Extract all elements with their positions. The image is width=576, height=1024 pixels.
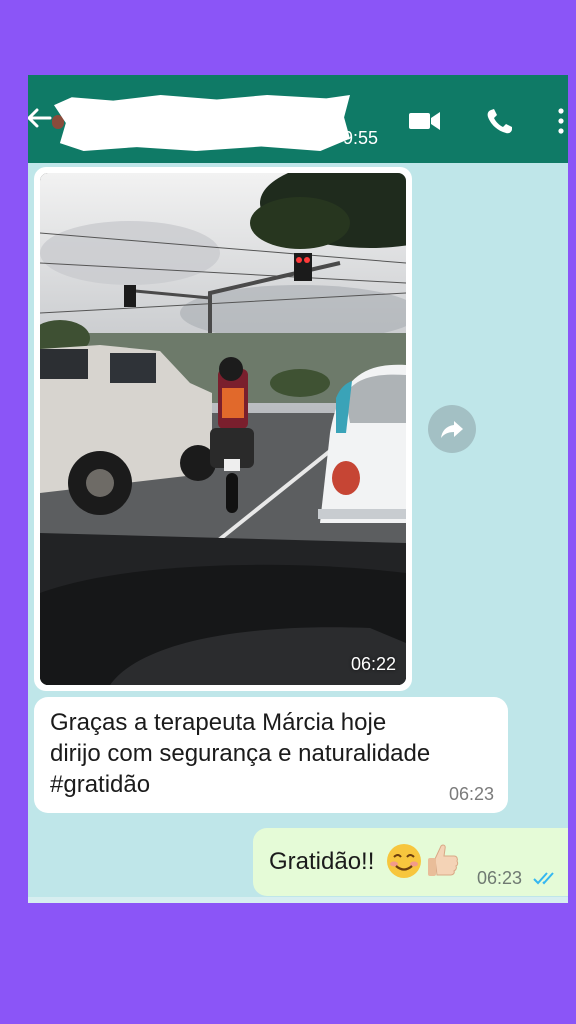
- incoming-message-time: 06:23: [448, 784, 494, 804]
- more-vertical-icon[interactable]: [554, 107, 568, 135]
- incoming-message-bubble[interactable]: Graças a terapeuta Márcia hoje dirijo co…: [34, 697, 508, 813]
- outgoing-message-bubble[interactable]: Gratidão!! 06:23: [253, 828, 568, 896]
- forward-arrow-icon: [441, 421, 463, 438]
- incoming-message-line: #gratidão: [50, 771, 151, 798]
- incoming-message-line: Graças a terapeuta Márcia hoje: [50, 709, 387, 736]
- traffic-photo[interactable]: 06:22: [40, 173, 406, 685]
- chat-screen: 9:55 06:22 Graças a terapeuta Márcia hoj…: [28, 75, 568, 903]
- redacted-contact-name: [54, 95, 350, 151]
- arrow-left-icon[interactable]: [28, 103, 54, 133]
- photo-timestamp: 06:22: [350, 654, 396, 674]
- phone-call-icon[interactable]: [484, 107, 518, 135]
- double-check-read-icon: [533, 872, 554, 885]
- input-bar-edge: [28, 897, 568, 903]
- forward-button[interactable]: [428, 405, 476, 453]
- incoming-message-line: dirijo com segurança e naturalidade: [50, 740, 431, 767]
- last-seen-time: 9:55: [343, 128, 379, 148]
- smiling-face-icon: [387, 844, 421, 878]
- photo-message-bubble[interactable]: 06:22: [34, 167, 412, 691]
- outgoing-message-text: Gratidão!!: [269, 848, 375, 875]
- chat-header: 9:55: [28, 75, 568, 163]
- incoming-message-text: Graças a terapeuta Márcia hoje dirijo co…: [50, 707, 490, 800]
- video-call-icon[interactable]: [408, 107, 442, 135]
- thumbs-up-icon: [428, 844, 459, 876]
- outgoing-message-time: 06:23: [477, 868, 523, 888]
